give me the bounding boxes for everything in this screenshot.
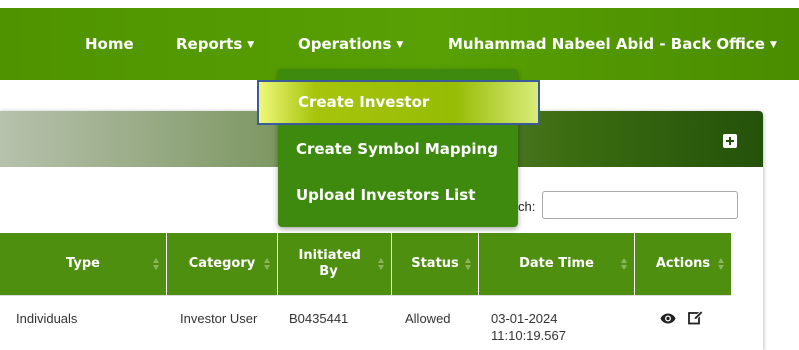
nav-operations-label: Operations bbox=[298, 35, 392, 53]
column-header-actions[interactable]: Actions bbox=[635, 233, 731, 295]
column-header-label: Actions bbox=[655, 256, 711, 271]
menu-item-label: Create Symbol Mapping bbox=[296, 140, 498, 158]
column-header-label: Type bbox=[66, 256, 100, 271]
sort-icon bbox=[378, 257, 385, 271]
plus-square-icon[interactable] bbox=[723, 134, 737, 148]
menu-item-upload-investors-list[interactable]: Upload Investors List bbox=[278, 175, 518, 215]
sort-icon bbox=[264, 257, 271, 271]
cell-type: Individuals bbox=[16, 311, 78, 326]
sort-icon bbox=[621, 257, 628, 271]
sort-icon bbox=[153, 257, 160, 271]
column-header-category[interactable]: Category bbox=[167, 233, 278, 295]
caret-down-icon: ▼ bbox=[769, 40, 777, 50]
nav-user-label: Muhammad Nabeel Abid - Back Office bbox=[448, 35, 765, 53]
cell-initiated-by: B0435441 bbox=[289, 311, 349, 326]
nav-home[interactable]: Home bbox=[85, 8, 134, 80]
menu-item-label: Upload Investors List bbox=[296, 186, 476, 204]
column-header-label: Category bbox=[188, 256, 256, 271]
nav-home-label: Home bbox=[85, 35, 134, 53]
nav-reports[interactable]: Reports ▼ bbox=[176, 8, 254, 80]
caret-down-icon: ▼ bbox=[247, 40, 255, 50]
sort-icon bbox=[465, 257, 472, 271]
eye-icon[interactable] bbox=[660, 312, 676, 325]
cell-status: Allowed bbox=[405, 311, 451, 326]
operations-dropdown-menu: Create Investor Create Symbol Mapping Up… bbox=[257, 69, 540, 227]
sort-icon bbox=[718, 257, 725, 271]
edit-icon[interactable] bbox=[688, 310, 704, 325]
header-divider bbox=[0, 295, 731, 296]
column-header-label: Initiated By bbox=[298, 248, 361, 279]
search-input[interactable] bbox=[542, 191, 738, 219]
column-header-type[interactable]: Type bbox=[0, 233, 167, 295]
column-header-label: Status bbox=[411, 256, 459, 271]
column-header-status[interactable]: Status bbox=[392, 233, 479, 295]
cell-date-time: 03-01-2024 11:10:19.567 bbox=[491, 311, 566, 343]
column-header-date-time[interactable]: Date Time bbox=[479, 233, 635, 295]
menu-item-create-symbol-mapping[interactable]: Create Symbol Mapping bbox=[278, 129, 518, 169]
column-header-label: Date Time bbox=[519, 256, 594, 271]
nav-reports-label: Reports bbox=[176, 35, 243, 53]
menu-item-create-investor[interactable]: Create Investor bbox=[257, 80, 540, 125]
menu-item-label: Create Investor bbox=[298, 93, 430, 111]
cell-category: Investor User bbox=[180, 311, 258, 326]
caret-down-icon: ▼ bbox=[396, 40, 404, 50]
search-label: ch: bbox=[518, 199, 536, 214]
column-header-initiated-by[interactable]: Initiated By bbox=[278, 233, 392, 295]
